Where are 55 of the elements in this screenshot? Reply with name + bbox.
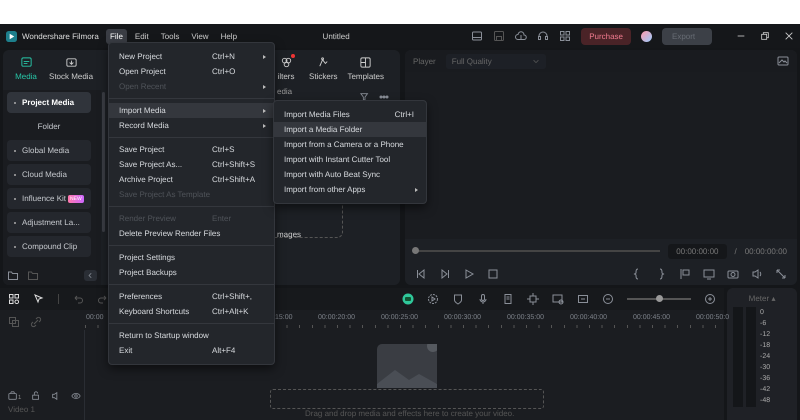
shortcut-text: Ctrl+Shift+A bbox=[212, 175, 256, 184]
menu-item[interactable]: New Project Ctrl+N bbox=[109, 49, 274, 64]
shortcut-text: Ctrl+Alt+K bbox=[212, 307, 248, 316]
shortcut-text: Ctrl+Shift+, bbox=[212, 292, 252, 301]
menu-item[interactable]: Record Media bbox=[109, 118, 274, 133]
shortcut-text: Ctrl+S bbox=[212, 145, 234, 154]
drop-hint: Drag and drop media and effects here to create your video. bbox=[305, 409, 514, 418]
menu-item[interactable]: Keyboard Shortcuts Ctrl+Alt+K bbox=[109, 304, 274, 319]
total-time: 00:00:00:00 bbox=[744, 246, 787, 256]
menu-item[interactable]: Project Settings bbox=[109, 250, 274, 265]
purchase-button[interactable]: Purchase bbox=[581, 28, 631, 44]
shortcut-text: Ctrl+O bbox=[212, 67, 236, 76]
shortcut-text: Ctrl+I bbox=[394, 110, 414, 119]
sidebar-item[interactable]: Folder bbox=[7, 116, 91, 137]
shortcut-text: Ctrl+Shift+S bbox=[212, 160, 256, 169]
menu-item[interactable]: Import with Instant Cutter Tool bbox=[274, 152, 426, 167]
panel-tab[interactable]: Media bbox=[9, 54, 43, 90]
menu-item[interactable]: Import Media bbox=[109, 103, 274, 118]
sidebar-item[interactable]: Compound Clip bbox=[7, 236, 91, 257]
menu-item[interactable]: Import with Auto Beat Sync bbox=[274, 167, 426, 182]
media-header: edia bbox=[277, 87, 292, 96]
menu-item[interactable]: Import from a Camera or a Phone bbox=[274, 137, 426, 152]
menu-item[interactable]: Exit Alt+F4 bbox=[109, 343, 274, 358]
document-title: Untitled bbox=[322, 32, 350, 40]
app-name: Wondershare Filmora bbox=[22, 32, 99, 40]
sidebar-item[interactable]: Adjustment La... bbox=[7, 212, 91, 233]
menu-bar-item[interactable]: Tools bbox=[156, 28, 184, 44]
menu-item[interactable]: Project Backups bbox=[109, 265, 274, 280]
sidebar-item[interactable]: Global Media bbox=[7, 140, 91, 161]
menu-item[interactable]: Import from other Apps bbox=[274, 182, 426, 197]
menu-bar-item[interactable]: Edit bbox=[130, 28, 153, 44]
track-name: Video 1 bbox=[8, 405, 36, 414]
menu-bar-item[interactable]: Help bbox=[216, 28, 242, 44]
sidebar-item[interactable]: Project Media bbox=[7, 92, 91, 113]
shortcut-text: Ctrl+N bbox=[212, 52, 235, 61]
time-separator: / bbox=[734, 246, 737, 256]
menu-bar-item[interactable]: View bbox=[187, 28, 213, 44]
menu-item[interactable]: Import a Media Folder bbox=[274, 122, 426, 137]
current-time: 00:00:00:00 bbox=[668, 244, 726, 258]
menu-item[interactable]: Open Project Ctrl+O bbox=[109, 64, 274, 79]
menu-item[interactable]: Archive Project Ctrl+Shift+A bbox=[109, 172, 274, 187]
menu-item[interactable]: Delete Preview Render Files bbox=[109, 226, 274, 241]
menu-item[interactable]: Import Media Files Ctrl+I bbox=[274, 107, 426, 122]
menu-item[interactable]: Return to Startup window bbox=[109, 328, 274, 343]
sidebar-item[interactable]: Cloud Media bbox=[7, 164, 91, 185]
panel-tab[interactable]: Templates bbox=[343, 54, 388, 90]
menu-item[interactable]: Preferences Ctrl+Shift+, bbox=[109, 289, 274, 304]
panel-tab[interactable]: Stock Media bbox=[45, 54, 98, 90]
menu-item[interactable]: Save Project Ctrl+S bbox=[109, 142, 274, 157]
menu-bar-item[interactable]: File bbox=[106, 28, 127, 44]
shortcut-text: Alt+F4 bbox=[212, 346, 236, 355]
menu-item[interactable]: Save Project As... Ctrl+Shift+S bbox=[109, 157, 274, 172]
import-hint: mages bbox=[277, 230, 302, 239]
player-label: Player bbox=[413, 56, 436, 66]
panel-tab[interactable]: Stickers bbox=[305, 54, 342, 90]
